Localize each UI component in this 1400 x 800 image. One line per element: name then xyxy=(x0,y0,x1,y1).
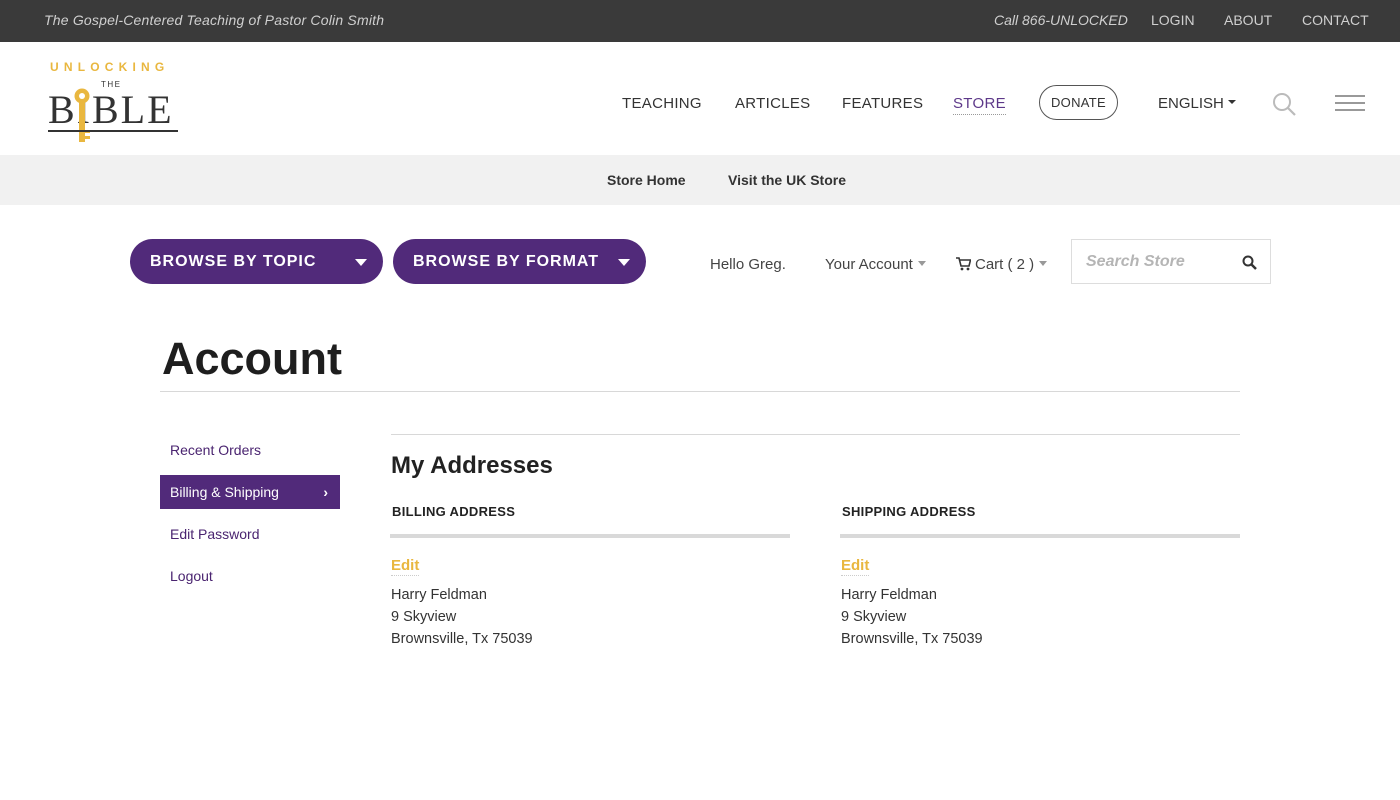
shipping-name: Harry Feldman xyxy=(841,587,937,603)
edit-billing-link[interactable]: Edit xyxy=(391,557,420,576)
nav-teaching[interactable]: TEACHING xyxy=(622,95,702,112)
caret-down-icon xyxy=(618,259,630,266)
language-selector[interactable]: ENGLISH xyxy=(1158,95,1236,112)
phone-number: Call 866-UNLOCKED xyxy=(994,12,1128,28)
cart-dropdown[interactable]: Cart ( 2 ) xyxy=(956,256,1048,273)
account-label: Your Account xyxy=(825,256,913,273)
billing-name: Harry Feldman xyxy=(391,587,487,603)
login-link[interactable]: LOGIN xyxy=(1151,12,1195,28)
sidebar-item-label: Logout xyxy=(170,568,213,584)
sidebar-item-label: Recent Orders xyxy=(170,442,262,458)
edit-shipping-link[interactable]: Edit xyxy=(841,557,870,576)
chevron-right-icon: › xyxy=(323,484,328,500)
site-tagline: The Gospel-Centered Teaching of Pastor C… xyxy=(44,12,385,28)
your-account-dropdown[interactable]: Your Account xyxy=(825,256,926,273)
top-bar: The Gospel-Centered Teaching of Pastor C… xyxy=(0,0,1400,42)
logo-word-bible: BIBLE xyxy=(48,87,174,132)
shipping-divider xyxy=(840,534,1240,538)
page-title: Account xyxy=(162,333,342,384)
language-label: ENGLISH xyxy=(1158,95,1224,112)
key-icon xyxy=(74,88,90,142)
caret-down-icon xyxy=(917,261,926,266)
store-home-link[interactable]: Store Home xyxy=(607,172,686,188)
shipping-street: 9 Skyview xyxy=(841,609,907,625)
menu-icon[interactable] xyxy=(1335,95,1365,116)
sidebar-item-recent-orders[interactable]: Recent Orders xyxy=(160,433,340,467)
nav-features[interactable]: FEATURES xyxy=(842,95,923,112)
nav-store[interactable]: STORE xyxy=(953,95,1006,115)
site-logo[interactable]: UNLOCKING THE BIBLE xyxy=(48,60,180,146)
main-header: UNLOCKING THE BIBLE TEACHING ARTICLES FE… xyxy=(0,42,1400,155)
content-divider xyxy=(391,434,1240,435)
cart-icon xyxy=(956,257,972,271)
logo-word-unlocking: UNLOCKING xyxy=(50,60,170,74)
billing-divider xyxy=(390,534,790,538)
browse-by-format-button[interactable]: BROWSE BY FORMAT xyxy=(393,239,646,284)
store-subnav: Store Home Visit the UK Store xyxy=(0,155,1400,205)
user-greeting: Hello Greg. xyxy=(710,256,786,273)
logo-underline xyxy=(48,130,178,132)
billing-street: 9 Skyview xyxy=(391,609,457,625)
browse-format-label: BROWSE BY FORMAT xyxy=(413,253,600,270)
store-search-input[interactable] xyxy=(1072,240,1237,283)
shipping-city: Brownsville, Tx 75039 xyxy=(841,631,983,647)
uk-store-link[interactable]: Visit the UK Store xyxy=(728,172,846,188)
shipping-address-heading: SHIPPING ADDRESS xyxy=(842,504,976,519)
contact-link[interactable]: CONTACT xyxy=(1302,12,1369,28)
caret-down-icon xyxy=(1039,261,1048,266)
browse-topic-label: BROWSE BY TOPIC xyxy=(150,253,317,270)
search-icon[interactable] xyxy=(1272,92,1296,116)
billing-city: Brownsville, Tx 75039 xyxy=(391,631,533,647)
cart-label: Cart ( 2 ) xyxy=(975,256,1035,273)
title-divider xyxy=(160,391,1240,392)
donate-button[interactable]: DONATE xyxy=(1039,85,1118,120)
about-link[interactable]: ABOUT xyxy=(1224,12,1272,28)
sidebar-item-edit-password[interactable]: Edit Password xyxy=(160,517,340,551)
caret-down-icon xyxy=(1227,100,1236,104)
sidebar-item-label: Billing & Shipping xyxy=(170,484,279,500)
store-search-box xyxy=(1071,239,1271,284)
sidebar-item-logout[interactable]: Logout xyxy=(160,559,340,593)
nav-articles[interactable]: ARTICLES xyxy=(735,95,810,112)
sidebar-item-label: Edit Password xyxy=(170,526,260,542)
caret-down-icon xyxy=(355,259,367,266)
browse-by-topic-button[interactable]: BROWSE BY TOPIC xyxy=(130,239,383,284)
sidebar-item-billing-shipping[interactable]: Billing & Shipping › xyxy=(160,475,340,509)
search-icon[interactable] xyxy=(1242,255,1257,270)
section-title: My Addresses xyxy=(391,452,553,479)
billing-address-heading: BILLING ADDRESS xyxy=(392,504,516,519)
